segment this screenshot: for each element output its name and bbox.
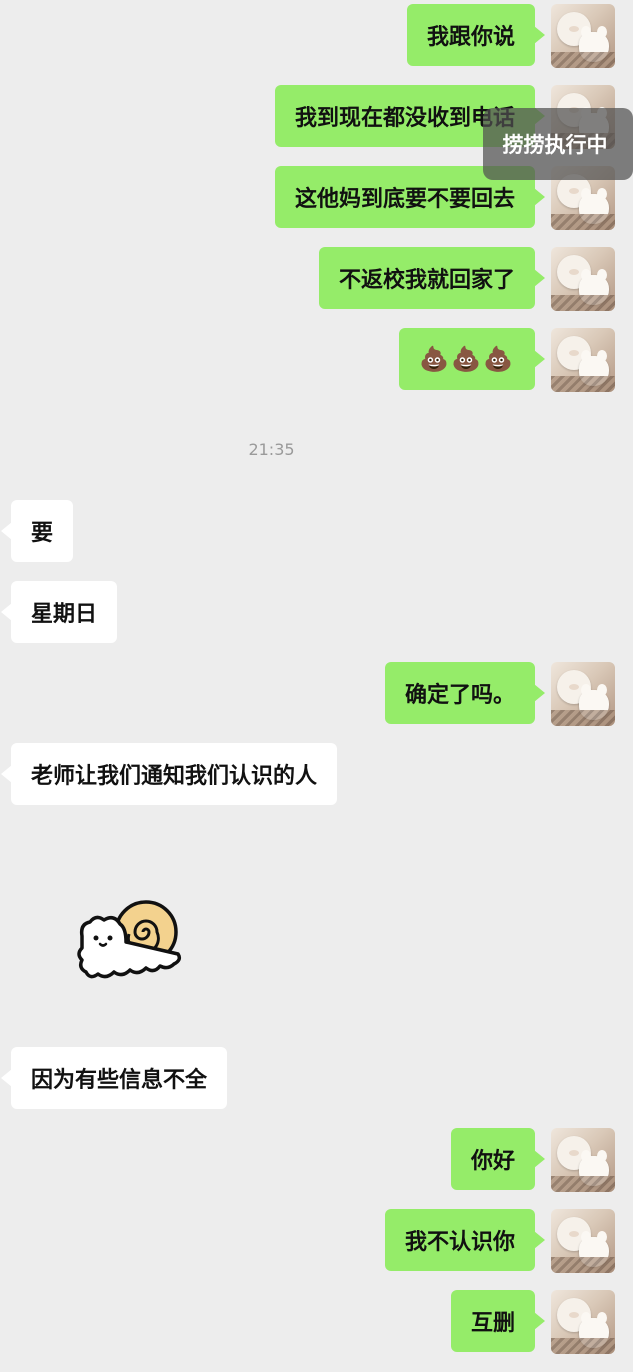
message-text: 这他妈到底要不要回去 [294,187,515,212]
message-bubble-sent[interactable]: 你好 [450,1128,546,1190]
message-text: 要 [31,521,54,546]
chat-area[interactable]: 我跟你说 我到现在都没收到电话 这他妈到底要不要回去 不返校我就回家了 💩💩💩 … [0,0,633,1372]
message-text: 因为有些信息不全 [31,1068,208,1093]
floating-status-overlay[interactable]: 捞捞执行中 [483,108,633,180]
poop-emoji-text: 💩💩💩 [419,345,515,373]
message-timestamp: 21:35 [248,440,295,459]
message-bubble-sent[interactable]: 确定了吗。 [384,662,546,724]
my-avatar[interactable] [551,328,615,392]
message-bubble-sent[interactable]: 我不认识你 [384,1209,546,1271]
message-text: 互删 [470,1311,515,1336]
message-text: 我到现在都没收到电话 [294,106,515,131]
message-text: 我不认识你 [404,1230,515,1255]
my-avatar[interactable] [551,662,615,726]
my-avatar[interactable] [551,4,615,68]
message-bubble-received[interactable]: 因为有些信息不全 [0,1047,228,1109]
message-text: 我跟你说 [426,25,515,50]
snail-cat-sticker[interactable] [74,898,184,988]
message-text: 确定了吗。 [404,683,515,708]
my-avatar[interactable] [551,1128,615,1192]
message-text: 不返校我就回家了 [338,268,515,293]
overlay-text: 捞捞执行中 [502,133,608,157]
message-text: 老师让我们通知我们认识的人 [31,764,318,789]
message-bubble-sent[interactable]: 互删 [450,1290,546,1352]
my-avatar[interactable] [551,1209,615,1273]
message-bubble-sent[interactable]: 我跟你说 [406,4,546,66]
message-bubble-sent[interactable]: 💩💩💩 [399,328,545,390]
message-bubble-received[interactable]: 要 [0,500,74,562]
message-text: 你好 [470,1149,515,1174]
message-bubble-sent[interactable]: 不返校我就回家了 [318,247,546,309]
message-bubble-received[interactable]: 星期日 [0,581,118,643]
message-text: 星期日 [31,602,98,627]
my-avatar[interactable] [551,247,615,311]
message-bubble-received[interactable]: 老师让我们通知我们认识的人 [0,743,338,805]
my-avatar[interactable] [551,1290,615,1354]
